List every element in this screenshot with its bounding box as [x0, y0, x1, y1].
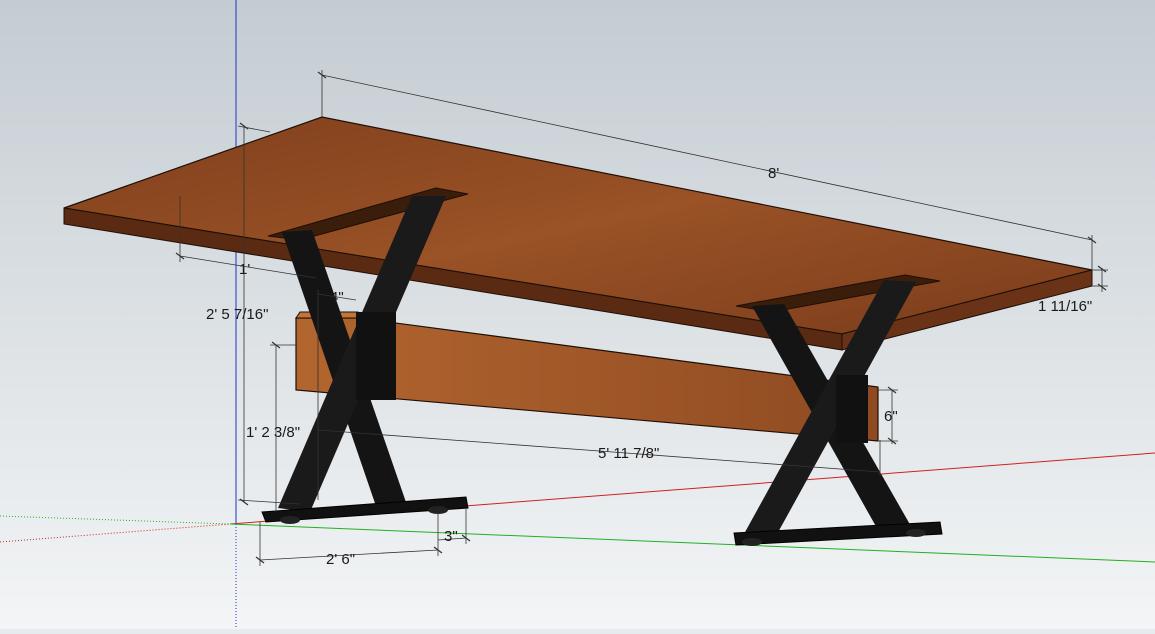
label-beam-height: 6": [884, 408, 898, 425]
label-leg-width: 4": [330, 289, 344, 306]
label-foot-width: 3": [444, 528, 458, 545]
label-overhang: 1': [239, 261, 250, 278]
label-leg-span: 5' 11 7/8": [598, 445, 659, 462]
right-leg-hub: [836, 375, 868, 443]
right-foot-pad-1: [742, 538, 762, 546]
sketchup-viewport[interactable]: 8' 1 11/16" 1' 4" 2' 5 7/16" 6" 1' 2 3/8…: [0, 0, 1155, 629]
label-foot-length: 2' 6": [326, 551, 355, 568]
label-thickness: 1 11/16": [1038, 298, 1092, 315]
model-canvas[interactable]: 8' 1 11/16" 1' 4" 2' 5 7/16" 6" 1' 2 3/8…: [0, 0, 1155, 629]
left-foot-pad-1: [280, 516, 300, 524]
label-beam-elevation: 1' 2 3/8": [246, 424, 300, 441]
label-height: 2' 5 7/16": [206, 306, 268, 323]
right-foot-pad-2: [906, 529, 926, 537]
left-leg-hub: [356, 312, 396, 400]
label-length: 8': [768, 165, 779, 182]
